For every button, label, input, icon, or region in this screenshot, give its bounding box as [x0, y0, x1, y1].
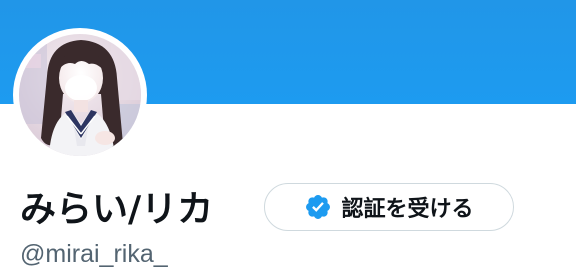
avatar-frame	[13, 28, 147, 162]
get-verified-button[interactable]: 認証を受ける	[264, 183, 514, 231]
verified-badge-icon	[304, 193, 332, 221]
profile-header: みらい/リカ 認証を受ける @mirai_rika_	[0, 0, 576, 280]
display-name-row: みらい/リカ	[20, 178, 213, 234]
user-handle: @mirai_rika_	[20, 240, 168, 268]
get-verified-label: 認証を受ける	[341, 197, 474, 222]
avatar[interactable]	[19, 34, 141, 156]
display-name: みらい/リカ	[20, 189, 214, 230]
